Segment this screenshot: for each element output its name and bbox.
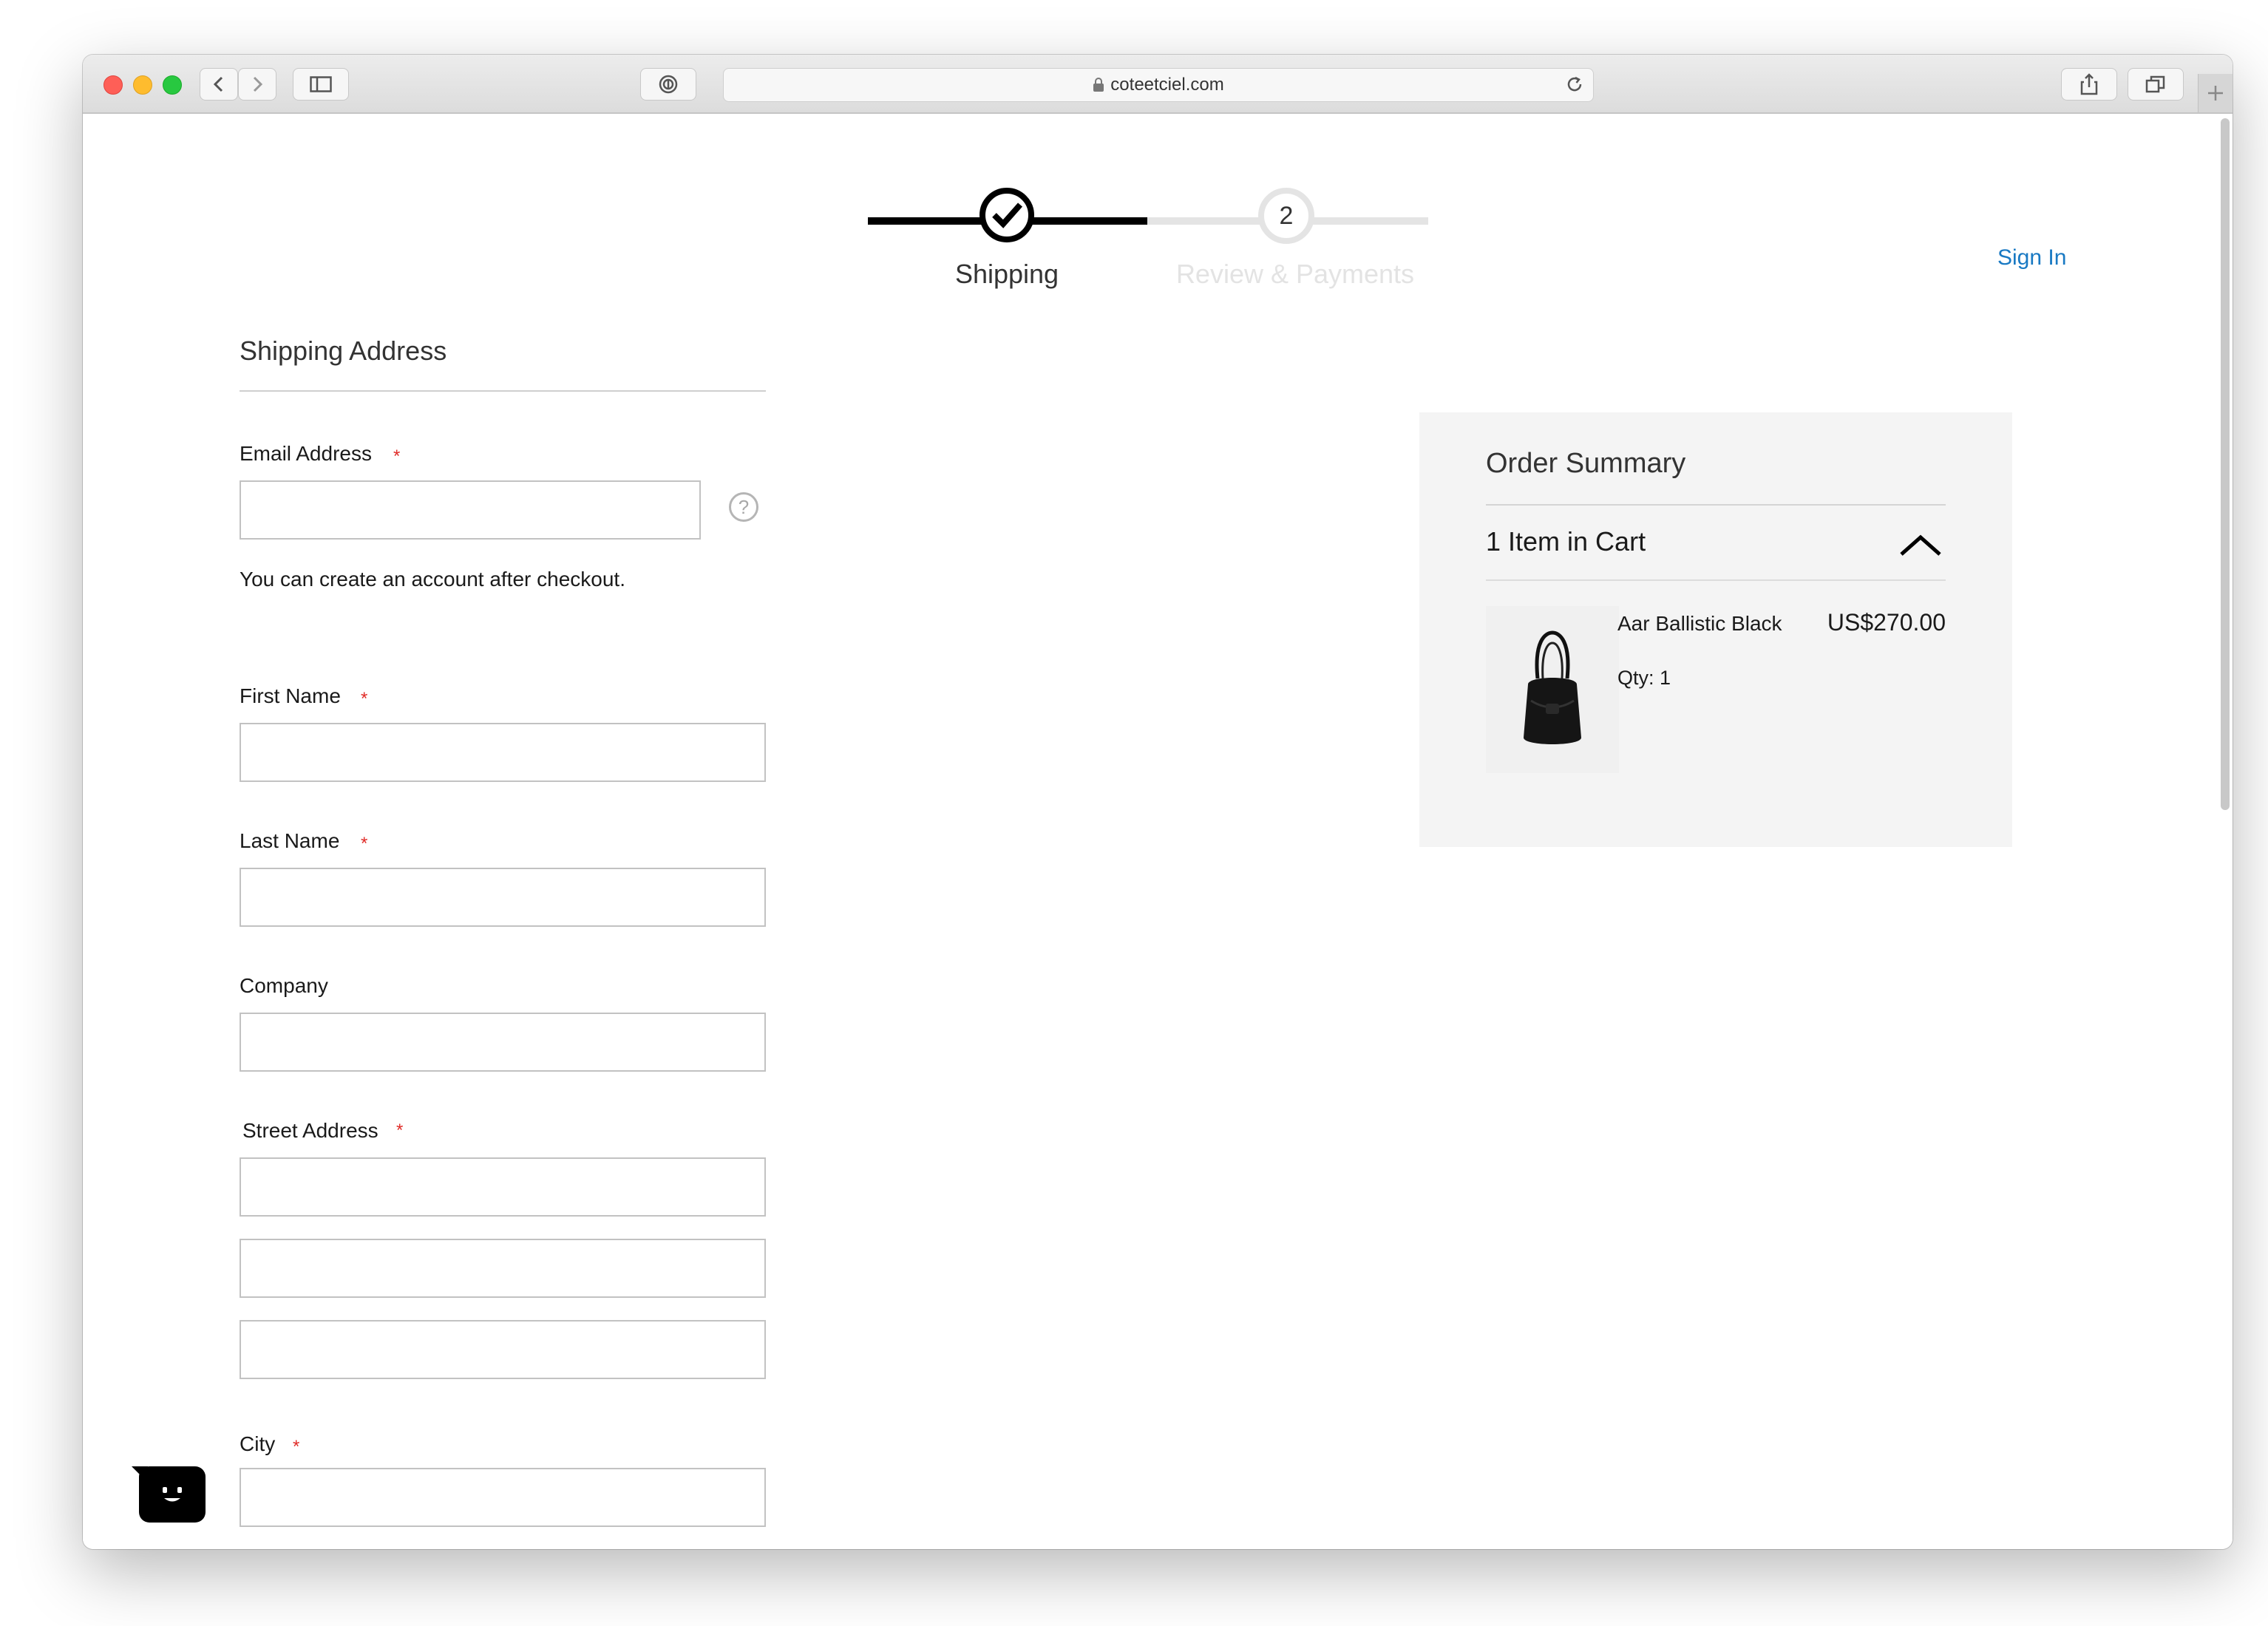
lock-icon xyxy=(1093,78,1104,92)
share-icon xyxy=(2080,73,2098,95)
sign-in-link[interactable]: Sign In xyxy=(1997,245,2066,271)
chevron-right-icon xyxy=(253,76,263,92)
chevron-left-icon xyxy=(213,76,223,92)
page-content: 2 Shipping Review & Payments Sign In Shi… xyxy=(83,114,2233,1549)
company-field[interactable] xyxy=(240,1013,766,1072)
required-marker: * xyxy=(361,689,368,709)
order-summary: Order Summary 1 Item in Cart Aar Ballist… xyxy=(1419,412,2012,847)
checkmark-icon xyxy=(992,203,1022,228)
chat-face-icon xyxy=(163,1487,182,1502)
section-divider xyxy=(240,390,766,392)
tabs-icon xyxy=(2145,75,2165,93)
last-name-label: Last Name xyxy=(240,829,340,852)
summary-divider xyxy=(1486,504,1946,506)
street-address-line-1[interactable] xyxy=(240,1157,766,1217)
order-summary-title: Order Summary xyxy=(1486,448,1686,479)
address-bar[interactable]: coteetciel.com xyxy=(723,68,1594,102)
new-tab-button[interactable] xyxy=(2198,74,2233,112)
black-backpack-image xyxy=(1486,606,1619,773)
email-label: Email Address xyxy=(240,442,372,465)
browser-toolbar: coteetciel.com xyxy=(83,55,2233,114)
product-price: US$270.00 xyxy=(1827,609,1946,636)
shipping-address-title: Shipping Address xyxy=(240,336,447,366)
product-quantity: Qty: 1 xyxy=(1617,667,1671,689)
company-label: Company xyxy=(240,974,328,997)
city-field[interactable] xyxy=(240,1468,766,1527)
chat-widget-button[interactable] xyxy=(132,1466,206,1523)
street-address-line-3[interactable] xyxy=(240,1320,766,1379)
street-address-label: Street Address xyxy=(242,1119,378,1142)
first-name-field[interactable] xyxy=(240,723,766,782)
required-marker: * xyxy=(393,446,401,466)
chevron-up-icon[interactable] xyxy=(1898,534,1943,557)
minimize-window-button[interactable] xyxy=(133,75,152,95)
browser-window: coteetciel.com 2 Shipping Review & Payme… xyxy=(83,55,2233,1549)
reload-icon[interactable] xyxy=(1565,75,1584,94)
step-shipping-label: Shipping xyxy=(954,259,1059,289)
step-review-marker: 2 xyxy=(1258,188,1314,244)
scrollbar[interactable] xyxy=(2221,118,2230,810)
password-manager-icon xyxy=(659,75,678,94)
zoom-window-button[interactable] xyxy=(163,75,182,95)
email-field[interactable] xyxy=(240,480,701,540)
sidebar-icon xyxy=(310,76,332,92)
close-window-button[interactable] xyxy=(103,75,123,95)
tabs-overview-button[interactable] xyxy=(2128,68,2184,101)
sidebar-button[interactable] xyxy=(293,68,349,101)
account-note: You can create an account after checkout… xyxy=(240,568,625,591)
share-button[interactable] xyxy=(2061,68,2117,101)
summary-divider xyxy=(1486,579,1946,581)
help-question-icon[interactable]: ? xyxy=(729,492,758,522)
step-shipping-marker[interactable] xyxy=(979,188,1034,242)
required-marker: * xyxy=(361,834,368,854)
plus-icon xyxy=(2208,86,2223,101)
required-marker: * xyxy=(293,1437,300,1457)
step-review-label: Review & Payments xyxy=(1175,259,1415,289)
required-marker: * xyxy=(396,1120,404,1140)
password-manager-button[interactable] xyxy=(640,68,696,101)
forward-button[interactable] xyxy=(238,68,276,101)
first-name-label: First Name xyxy=(240,684,341,707)
city-label: City xyxy=(240,1432,276,1455)
last-name-field[interactable] xyxy=(240,868,766,927)
street-address-line-2[interactable] xyxy=(240,1239,766,1298)
address-url: coteetciel.com xyxy=(1110,75,1224,95)
cart-count-toggle[interactable]: 1 Item in Cart xyxy=(1486,526,1646,557)
back-button[interactable] xyxy=(200,68,238,101)
